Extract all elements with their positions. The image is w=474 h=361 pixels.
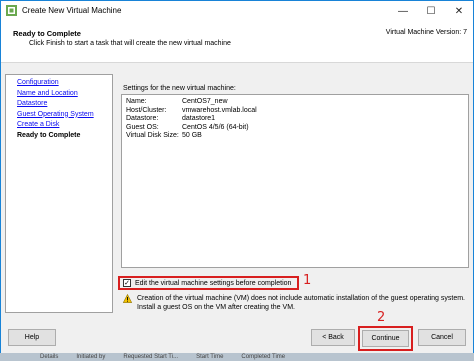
- setting-row: Virtual Disk Size: 50 GB: [126, 132, 464, 141]
- settings-summary: Name: CentOS7_new Host/Cluster: vmwareho…: [121, 94, 469, 268]
- nav-step-datastore[interactable]: Datastore: [17, 99, 112, 110]
- settings-heading: Settings for the new virtual machine:: [123, 85, 236, 92]
- column-header: Start Time: [196, 354, 224, 360]
- setting-row: Guest OS: CentOS 4/5/6 (64-bit): [126, 124, 464, 133]
- recent-tasks-header: Details Initiated by Requested Start Ti.…: [0, 353, 474, 361]
- setting-row: Datastore: datastore1: [126, 115, 464, 124]
- setting-value: CentOS7_new: [182, 98, 228, 105]
- warning-icon: [123, 294, 132, 303]
- annotation-marker-1: 1: [303, 273, 312, 288]
- back-button[interactable]: < Back: [311, 329, 355, 346]
- help-button[interactable]: Help: [8, 329, 56, 346]
- setting-key: Virtual Disk Size:: [126, 132, 179, 140]
- create-vm-dialog: Create New Virtual Machine — ☐ ✕ Ready t…: [0, 0, 474, 361]
- setting-row: Name: CentOS7_new: [126, 98, 464, 107]
- annotation-marker-2: 2: [377, 310, 386, 325]
- continue-button[interactable]: Continue: [362, 330, 409, 347]
- close-button[interactable]: ✕: [445, 1, 473, 21]
- setting-key: Host/Cluster:: [126, 106, 167, 114]
- column-header: Details: [40, 354, 59, 360]
- checkmark-icon: ✓: [124, 279, 130, 287]
- cancel-button[interactable]: Cancel: [418, 329, 466, 346]
- close-icon: ✕: [454, 5, 464, 17]
- setting-value: datastore1: [182, 115, 216, 123]
- setting-key: Name:: [126, 98, 147, 105]
- vm-version-label: Virtual Machine Version: 7: [385, 29, 467, 36]
- column-header: Completed Time: [241, 354, 286, 360]
- nav-step-configuration[interactable]: Configuration: [17, 78, 112, 89]
- nav-step-ready-to-complete: Ready to Complete: [17, 131, 81, 139]
- setting-value: CentOS 4/5/6 (64-bit): [182, 123, 249, 131]
- page-title: Ready to Complete: [13, 29, 81, 38]
- column-header: Requested Start Ti...: [123, 354, 179, 360]
- setting-row: Host/Cluster: vmwarehost.vmlab.local: [126, 107, 464, 116]
- setting-value: 50 GB: [182, 132, 202, 140]
- guest-os-warning-text: Creation of the virtual machine (VM) doe…: [137, 295, 466, 311]
- title-bar: Create New Virtual Machine — ☐ ✕: [1, 1, 473, 21]
- vsphere-app-icon: [6, 5, 17, 16]
- window-title: Create New Virtual Machine: [22, 6, 122, 15]
- minimize-button[interactable]: —: [389, 1, 417, 21]
- minimize-icon: —: [398, 5, 408, 17]
- edit-settings-label[interactable]: Edit the virtual machine settings before…: [135, 280, 291, 287]
- nav-step-create-disk[interactable]: Create a Disk: [17, 120, 112, 131]
- column-header: Initiated by: [76, 354, 106, 360]
- page-subtitle: Click Finish to start a task that will c…: [29, 40, 231, 47]
- setting-key: Guest OS:: [126, 123, 159, 131]
- nav-step-name-and-location[interactable]: Name and Location: [17, 89, 112, 100]
- wizard-header: Ready to Complete Click Finish to start …: [1, 21, 473, 63]
- setting-value: vmwarehost.vmlab.local: [182, 106, 257, 114]
- maximize-icon: ☐: [426, 5, 436, 17]
- edit-settings-checkbox[interactable]: ✓: [123, 279, 131, 287]
- edit-settings-checkbox-row[interactable]: ✓ Edit the virtual machine settings befo…: [118, 276, 299, 290]
- setting-key: Datastore:: [126, 115, 159, 123]
- nav-step-guest-os[interactable]: Guest Operating System: [17, 110, 112, 121]
- maximize-button[interactable]: ☐: [417, 1, 445, 21]
- wizard-steps-nav: Configuration Name and Location Datastor…: [5, 74, 113, 313]
